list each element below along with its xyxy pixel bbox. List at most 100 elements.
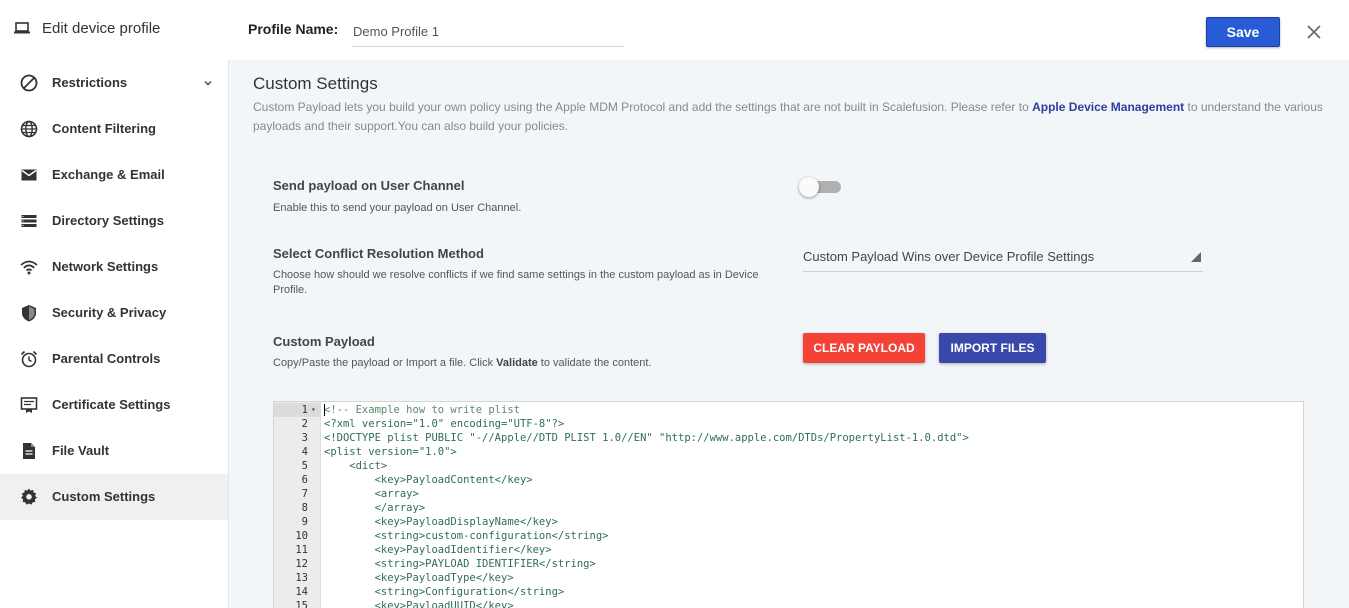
page-title: Edit device profile — [42, 20, 161, 37]
user-channel-title: Send payload on User Channel — [273, 178, 465, 193]
import-files-button[interactable]: IMPORT FILES — [939, 333, 1046, 363]
sidebar-item-label: Directory Settings — [52, 213, 164, 228]
code-line[interactable]: 15 <key>PayloadUUID</key> — [274, 599, 1303, 608]
line-number: 12 — [295, 558, 308, 570]
block-icon — [20, 74, 38, 92]
section-title: Custom Settings — [253, 74, 378, 93]
line-number: 8 — [301, 502, 308, 514]
main-content: Custom Settings Custom Payload lets you … — [229, 60, 1349, 608]
chevron-down-icon[interactable] — [203, 78, 213, 88]
code-line[interactable]: 3 <!DOCTYPE plist PUBLIC "-//Apple//DTD P… — [274, 431, 1303, 445]
code-line[interactable]: 14 <string>Configuration</string> — [274, 585, 1303, 599]
line-number: 7 — [301, 488, 308, 500]
sidebar-item-network-settings[interactable]: Network Settings — [0, 244, 228, 290]
code-line[interactable]: 2 <?xml version="1.0" encoding="UTF-8"?> — [274, 417, 1303, 431]
conflict-selected-value: Custom Payload Wins over Device Profile … — [803, 249, 1095, 264]
wifi-icon — [20, 260, 38, 275]
close-icon[interactable] — [1306, 24, 1322, 40]
sidebar-item-directory-settings[interactable]: Directory Settings — [0, 198, 228, 244]
code-text: <!-- Example how to write plist — [324, 404, 520, 416]
sidebar-item-label: Exchange & Email — [52, 167, 165, 182]
code-text: <array> — [324, 488, 419, 500]
code-line[interactable]: 5 <dict> — [274, 459, 1303, 473]
line-number: 13 — [295, 572, 308, 584]
line-number: 5 — [301, 460, 308, 472]
code-line[interactable]: 8 </array> — [274, 501, 1303, 515]
sidebar-item-custom-settings[interactable]: Custom Settings — [0, 474, 228, 520]
sidebar-item-label: Restrictions — [52, 75, 128, 90]
line-number: 3 — [301, 432, 308, 444]
gear-icon — [21, 488, 37, 505]
sidebar-item-label: Network Settings — [52, 259, 159, 274]
sidebar-item-content-filtering[interactable]: Content Filtering — [0, 106, 228, 152]
line-number: 11 — [295, 544, 308, 556]
sidebar-item-file-vault[interactable]: File Vault — [0, 428, 228, 474]
toggle-knob — [799, 177, 819, 197]
validate-keyword: Validate — [496, 357, 538, 369]
conflict-subtitle: Choose how should we resolve conflicts i… — [273, 269, 759, 296]
user-channel-subtitle: Enable this to send your payload on User… — [273, 202, 522, 214]
sidebar-item-label: Content Filtering — [52, 121, 156, 136]
code-text: <plist version="1.0"> — [324, 446, 457, 458]
laptop-icon — [14, 22, 30, 34]
line-number: 15 — [295, 600, 308, 608]
sidebar-item-label: Certificate Settings — [52, 397, 171, 412]
code-line[interactable]: 11 <key>PayloadIdentifier</key> — [274, 543, 1303, 557]
payload-code-editor[interactable]: 1 ▾ <!-- Example how to write plist 2 <?xml … — [273, 401, 1304, 608]
code-line[interactable]: 6 <key>PayloadContent</key> — [274, 473, 1303, 487]
line-number: 6 — [301, 474, 308, 486]
user-channel-toggle[interactable] — [799, 177, 843, 197]
code-line[interactable]: 7 <array> — [274, 487, 1303, 501]
profile-name-label: Profile Name: — [248, 21, 339, 37]
code-text: <key>PayloadType</key> — [324, 572, 514, 584]
payload-subtitle-text-end: to validate the content. — [537, 357, 652, 369]
apple-device-management-link[interactable]: Apple Device Management — [1032, 100, 1184, 114]
shield-icon — [22, 305, 36, 322]
fold-arrow-icon[interactable]: ▾ — [311, 403, 319, 417]
mail-icon — [21, 169, 37, 181]
conflict-title: Select Conflict Resolution Method — [273, 246, 484, 261]
code-text: <key>PayloadDisplayName</key> — [324, 516, 558, 528]
sidebar-item-label: Custom Settings — [52, 489, 156, 504]
sidebar-item-label: File Vault — [52, 443, 110, 458]
code-text: <string>Configuration</string> — [324, 586, 565, 598]
sidebar-item-parental-controls[interactable]: Parental Controls — [0, 336, 228, 382]
code-line[interactable]: 4 <plist version="1.0"> — [274, 445, 1303, 459]
certificate-icon — [20, 397, 38, 413]
sidebar-item-certificate-settings[interactable]: Certificate Settings — [0, 382, 228, 428]
code-text: <string>PAYLOAD IDENTIFIER</string> — [324, 558, 596, 570]
list-icon — [21, 215, 37, 227]
text-cursor — [324, 404, 325, 416]
globe-icon — [20, 120, 38, 138]
dropdown-arrow-icon — [1191, 252, 1201, 262]
code-text: <key>PayloadContent</key> — [324, 474, 533, 486]
code-line[interactable]: 9 <key>PayloadDisplayName</key> — [274, 515, 1303, 529]
code-line[interactable]: 1 ▾ <!-- Example how to write plist — [274, 403, 1303, 417]
custom-payload-title: Custom Payload — [273, 334, 375, 349]
sidebar-item-security-privacy[interactable]: Security & Privacy — [0, 290, 228, 336]
custom-payload-subtitle: Copy/Paste the payload or Import a file.… — [273, 356, 652, 371]
payload-subtitle-text: Copy/Paste the payload or Import a file.… — [273, 357, 497, 369]
header: Edit device profile Profile Name: Save — [0, 0, 1349, 60]
alarm-icon — [20, 350, 38, 368]
conflict-resolution-select[interactable]: Custom Payload Wins over Device Profile … — [803, 244, 1203, 272]
sidebar-item-exchange-email[interactable]: Exchange & Email — [0, 152, 228, 198]
code-text: <string>custom-configuration</string> — [324, 530, 609, 542]
sidebar-item-restrictions[interactable]: Restrictions — [0, 60, 228, 106]
line-number: 4 — [301, 446, 308, 458]
sidebar: Restrictions Content Filtering Exchange … — [0, 60, 229, 608]
line-number: 10 — [295, 530, 308, 542]
clear-payload-button[interactable]: CLEAR PAYLOAD — [803, 333, 925, 363]
code-line[interactable]: 12 <string>PAYLOAD IDENTIFIER</string> — [274, 557, 1303, 571]
sidebar-item-label: Parental Controls — [52, 351, 161, 366]
code-text: <dict> — [324, 460, 388, 472]
line-number: 9 — [301, 516, 308, 528]
code-line[interactable]: 10 <string>custom-configuration</string> — [274, 529, 1303, 543]
description-text: Custom Payload lets you build your own p… — [253, 100, 1033, 114]
code-line[interactable]: 13 <key>PayloadType</key> — [274, 571, 1303, 585]
profile-name-input[interactable] — [352, 17, 624, 47]
code-text: </array> — [324, 502, 426, 514]
save-button[interactable]: Save — [1206, 17, 1280, 47]
line-number: 2 — [301, 418, 308, 430]
code-text: <key>PayloadIdentifier</key> — [324, 544, 552, 556]
